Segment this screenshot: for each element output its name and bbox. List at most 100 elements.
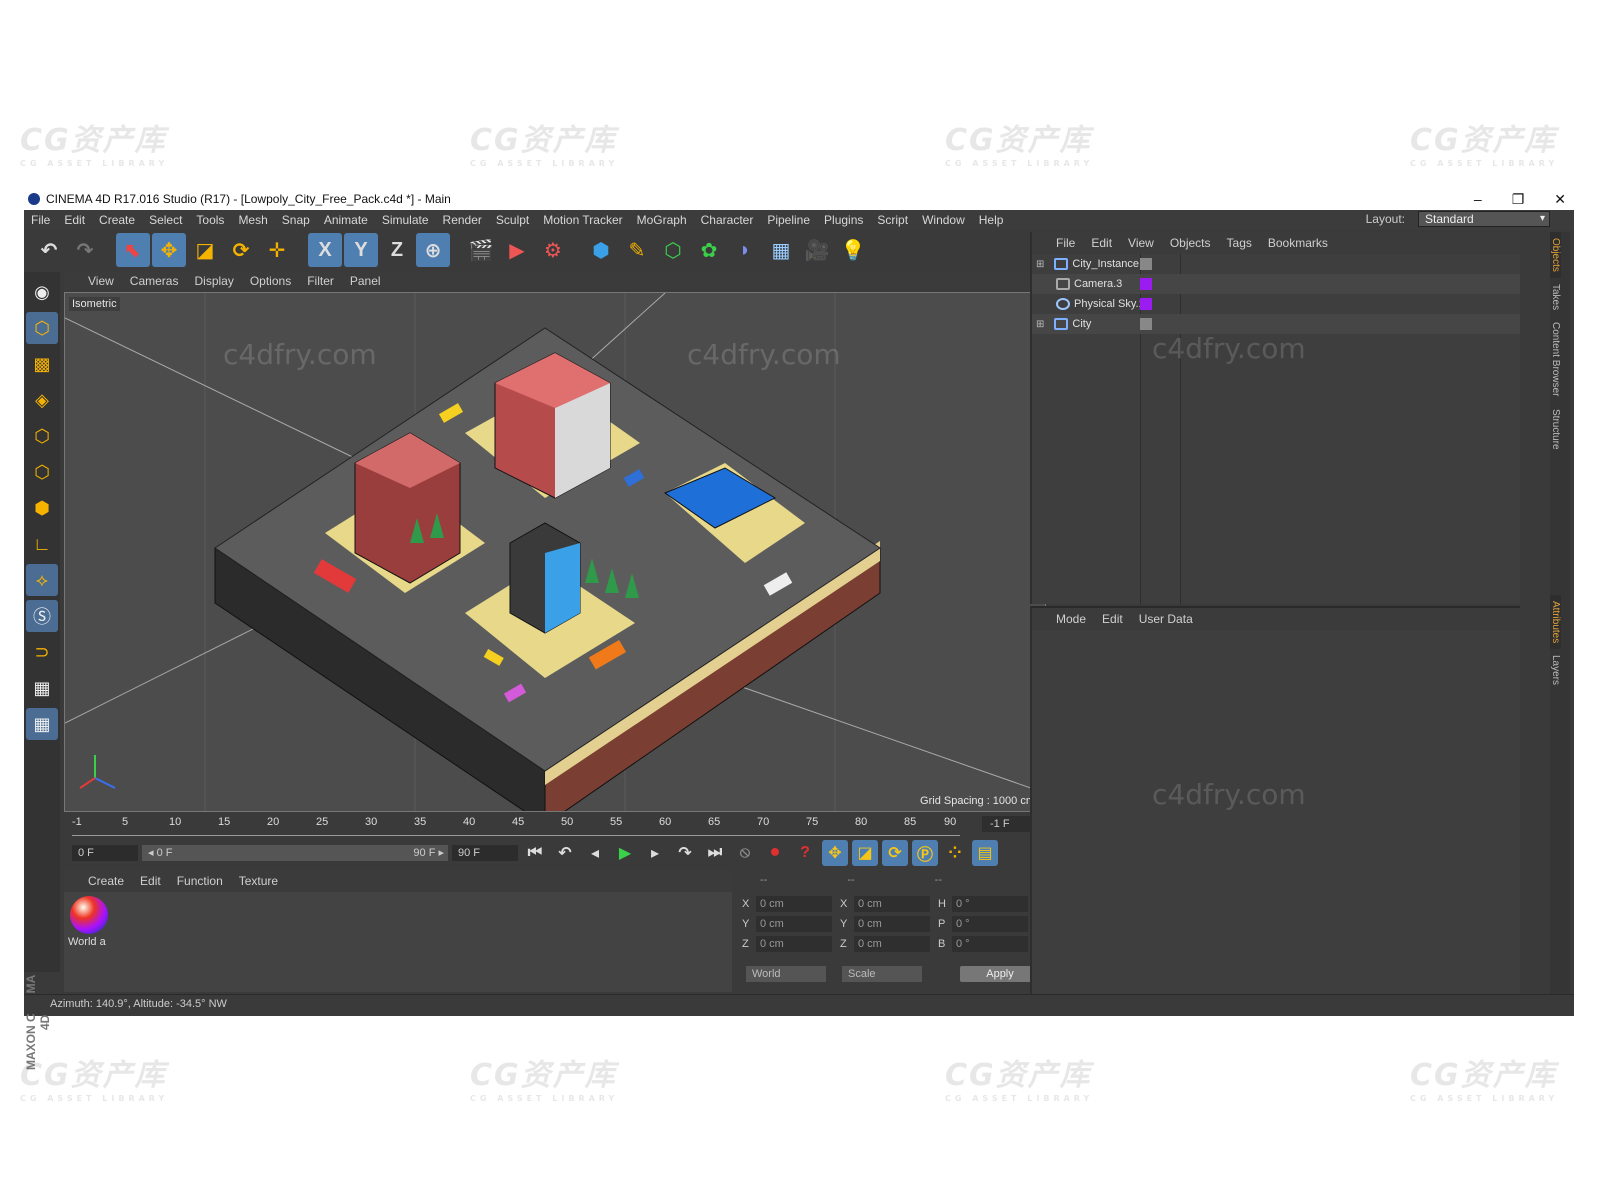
object-row[interactable]: Camera.3 [1032, 274, 1520, 294]
floor-icon[interactable]: ▦ [764, 233, 798, 267]
minimize-button[interactable]: – [1474, 188, 1482, 210]
solo-mode-icon[interactable]: Ⓢ [26, 600, 58, 632]
lock-workplane-icon[interactable]: ▦ [26, 672, 58, 704]
objects-menu-edit[interactable]: Edit [1091, 236, 1112, 250]
viewport-menu-cameras[interactable]: Cameras [130, 274, 179, 288]
previous-keyframe-icon[interactable]: ↶ [552, 840, 578, 866]
scale-icon[interactable]: ◪ [188, 233, 222, 267]
select-arrow-icon[interactable]: ⬉ [116, 233, 150, 267]
menu-script[interactable]: Script [870, 213, 915, 227]
frame-range-slider[interactable]: ◂ 0 F 90 F ▸ [142, 845, 448, 861]
attributes-menu-edit[interactable]: Edit [1102, 612, 1123, 626]
position-x-field[interactable]: 0 cm [756, 896, 832, 912]
key-parameter-icon[interactable]: Ⓟ [912, 840, 938, 866]
camera-icon[interactable]: 🎥 [800, 233, 834, 267]
previous-frame-icon[interactable]: ◂ [582, 840, 608, 866]
timeline[interactable]: -1 5 10 15 20 25 30 35 40 45 50 55 60 65… [64, 814, 1046, 836]
material-swatch[interactable]: World a [68, 896, 110, 952]
objects-menu-tags[interactable]: Tags [1227, 236, 1252, 250]
cloner-icon[interactable]: ✿ [692, 233, 726, 267]
coordinate-system-icon[interactable]: ⊕ [416, 233, 450, 267]
polygons-mode-icon[interactable]: ⬢ [26, 492, 58, 524]
position-y-field[interactable]: 0 cm [756, 916, 832, 932]
attributes-menu-mode[interactable]: Mode [1056, 612, 1086, 626]
menu-create[interactable]: Create [92, 213, 142, 227]
pen-icon[interactable]: ✎ [620, 233, 654, 267]
viewport-menu-options[interactable]: Options [250, 274, 291, 288]
make-editable-icon[interactable]: ◉ [26, 276, 58, 308]
timeline-ruler[interactable]: -1 5 10 15 20 25 30 35 40 45 50 55 60 65… [72, 816, 960, 836]
timeline-icon[interactable]: ▤ [972, 840, 998, 866]
menu-mesh[interactable]: Mesh [231, 213, 274, 227]
undo-icon[interactable]: ↶ [32, 233, 66, 267]
tab-attributes[interactable]: Attributes [1550, 595, 1561, 650]
viewport-menu-view[interactable]: View [88, 274, 114, 288]
menu-motion-tracker[interactable]: Motion Tracker [536, 213, 629, 227]
planar-workplane-icon[interactable]: ▦ [26, 708, 58, 740]
objects-menu-view[interactable]: View [1128, 236, 1154, 250]
viewport-menu-panel[interactable]: Panel [350, 274, 381, 288]
size-z-field[interactable]: 0 cm [854, 936, 930, 952]
record-active-icon[interactable]: ⏺ [762, 840, 788, 866]
coord-mode-dropdown[interactable]: Scale [842, 966, 922, 982]
object-row[interactable]: ⊞ City [1032, 314, 1520, 334]
menu-render[interactable]: Render [436, 213, 489, 227]
objects-menu-objects[interactable]: Objects [1170, 236, 1211, 250]
end-frame-field[interactable]: 90 F [452, 845, 518, 861]
workplane-icon[interactable]: ◈ [26, 384, 58, 416]
x-axis-button[interactable]: X [308, 233, 342, 267]
key-rotation-icon[interactable]: ⟳ [882, 840, 908, 866]
cube-icon[interactable]: ⬢ [584, 233, 618, 267]
render-picture-viewer-icon[interactable]: ▶ [500, 233, 534, 267]
size-x-field[interactable]: 0 cm [854, 896, 930, 912]
texture-mode-icon[interactable]: ▩ [26, 348, 58, 380]
apply-button[interactable]: Apply [960, 966, 1040, 982]
attributes-menu-user-data[interactable]: User Data [1139, 612, 1193, 626]
material-menu-texture[interactable]: Texture [239, 874, 278, 888]
tab-takes[interactable]: Takes [1550, 278, 1561, 316]
menu-simulate[interactable]: Simulate [375, 213, 436, 227]
light-icon[interactable]: 💡 [836, 233, 870, 267]
viewport-isometric[interactable]: Isometric c4dfry.com c4dfry.com Grid Spa… [64, 292, 1046, 812]
snap-icon[interactable]: ⊃ [26, 636, 58, 668]
edges-mode-icon[interactable]: ⬡ [26, 456, 58, 488]
position-z-field[interactable]: 0 cm [756, 936, 832, 952]
menu-plugins[interactable]: Plugins [817, 213, 870, 227]
expand-icon[interactable]: ⊞ [1036, 319, 1044, 330]
tab-objects[interactable]: Objects [1550, 232, 1561, 278]
objects-menu-file[interactable]: File [1056, 236, 1075, 250]
render-view-icon[interactable]: 🎬 [464, 233, 498, 267]
menu-snap[interactable]: Snap [275, 213, 317, 227]
model-mode-icon[interactable]: ⬡ [26, 312, 58, 344]
go-to-start-icon[interactable]: ⏮ [522, 840, 548, 866]
subdivision-icon[interactable]: ⬡ [656, 233, 690, 267]
rotate-icon[interactable]: ⟳ [224, 233, 258, 267]
objects-menu-bookmarks[interactable]: Bookmarks [1268, 236, 1328, 250]
go-to-end-icon[interactable]: ⏭ [702, 840, 728, 866]
key-scale-icon[interactable]: ◪ [852, 840, 878, 866]
menu-pipeline[interactable]: Pipeline [760, 213, 817, 227]
render-settings-icon[interactable]: ⚙ [536, 233, 570, 267]
y-axis-button[interactable]: Y [344, 233, 378, 267]
tab-structure[interactable]: Structure [1550, 403, 1561, 456]
object-row[interactable]: Physical Sky.1 [1032, 294, 1520, 314]
tab-layers[interactable]: Layers [1550, 649, 1561, 691]
expand-icon[interactable]: ⊞ [1036, 259, 1044, 270]
coord-space-dropdown[interactable]: World [746, 966, 826, 982]
rotation-p-field[interactable]: 0 ° [952, 916, 1028, 932]
menu-mograph[interactable]: MoGraph [630, 213, 694, 227]
axis-mode-icon[interactable]: ∟ [26, 528, 58, 560]
start-frame-field[interactable]: 0 F [72, 845, 138, 861]
menu-tools[interactable]: Tools [189, 213, 231, 227]
points-mode-icon[interactable]: ⬡ [26, 420, 58, 452]
redo-icon[interactable]: ↷ [68, 233, 102, 267]
menu-edit[interactable]: Edit [57, 213, 92, 227]
z-axis-button[interactable]: Z [380, 233, 414, 267]
restore-button[interactable]: ❐ [1512, 188, 1525, 210]
close-button[interactable]: ✕ [1554, 188, 1566, 210]
tweak-mode-icon[interactable]: ⟡ [26, 564, 58, 596]
material-menu-function[interactable]: Function [177, 874, 223, 888]
menu-help[interactable]: Help [972, 213, 1011, 227]
rotation-h-field[interactable]: 0 ° [952, 896, 1028, 912]
next-keyframe-icon[interactable]: ↷ [672, 840, 698, 866]
